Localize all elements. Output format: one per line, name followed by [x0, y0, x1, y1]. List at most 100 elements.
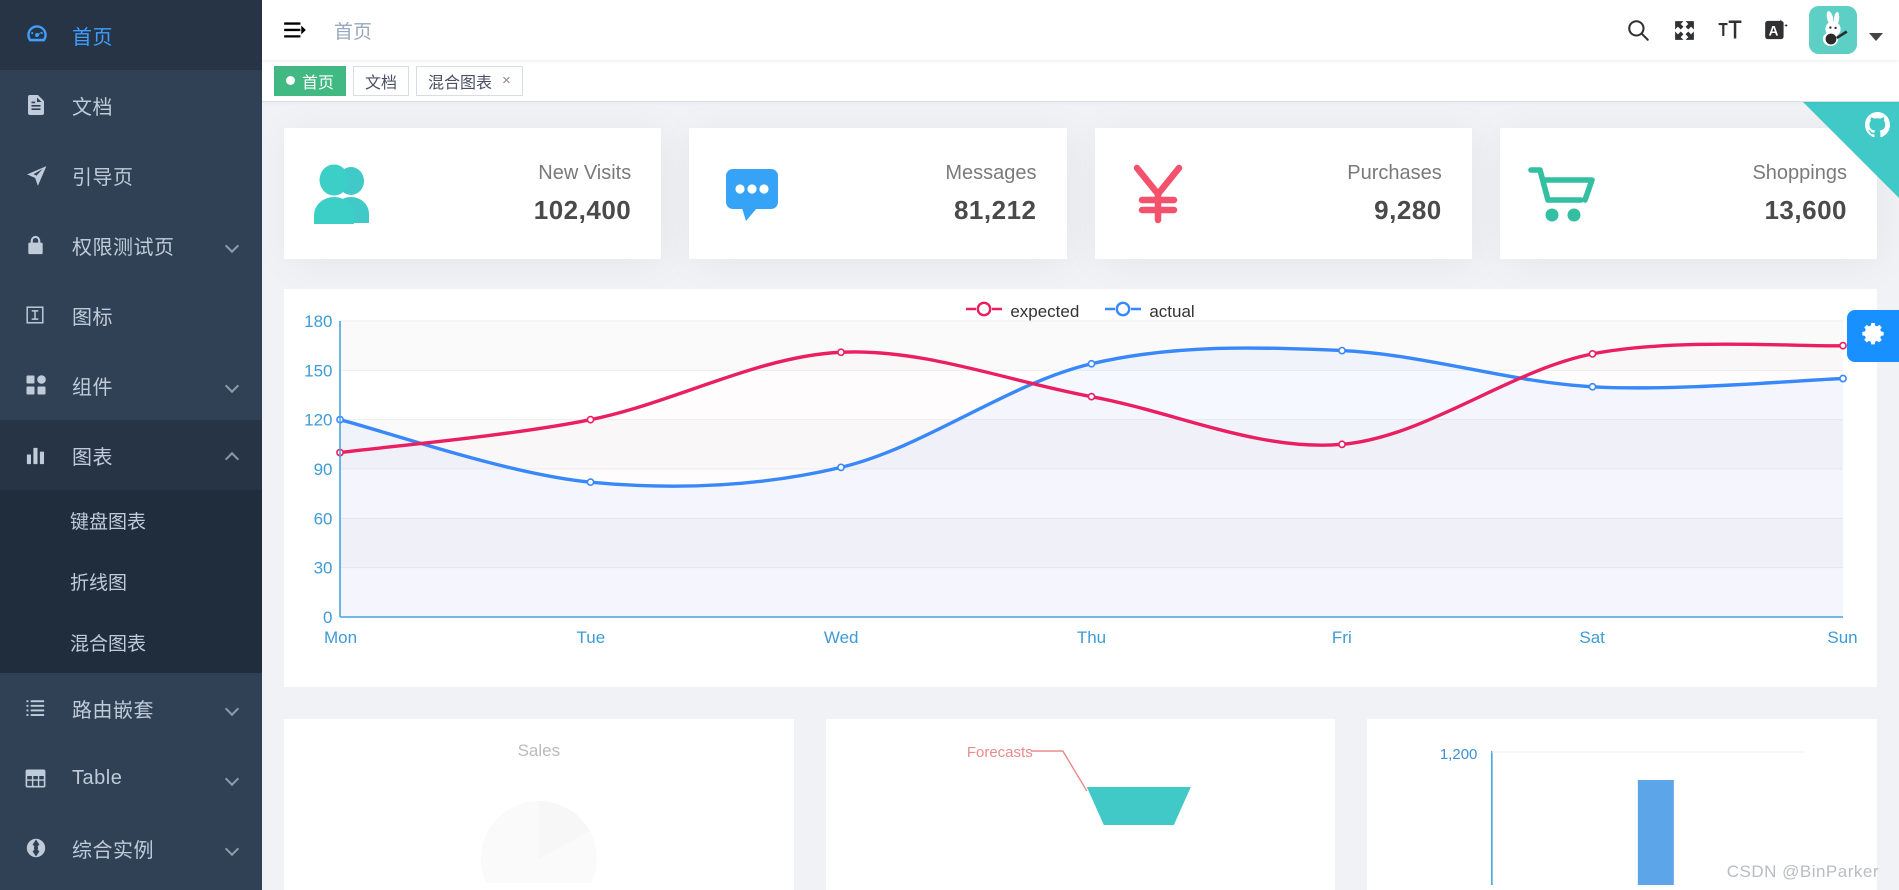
- sales-pie-card[interactable]: Sales: [284, 719, 794, 890]
- chart-icon: [24, 444, 54, 467]
- app-main: New Visits 102,400 Messages 81,212 Purch…: [262, 102, 1899, 890]
- legend-marker-actual: [1105, 301, 1142, 322]
- card-panel-text: New Visits: [538, 161, 632, 184]
- sidebar-item-examples[interactable]: 综合实例: [0, 813, 262, 883]
- sidebar-item-components[interactable]: 组件: [0, 350, 262, 420]
- sidebar-item-label: 首页: [72, 26, 113, 49]
- svg-text:Sat: Sat: [1579, 628, 1605, 647]
- card-panel-text: Shoppings: [1752, 161, 1847, 184]
- breadcrumb: 首页: [334, 21, 373, 43]
- font-size-icon[interactable]: [1707, 0, 1753, 60]
- card-panel-description: New Visits 102,400: [394, 161, 661, 226]
- card-panel-number: 81,212: [953, 194, 1037, 225]
- sidebar-item-label: 组件: [72, 376, 113, 399]
- avatar: [1809, 6, 1857, 54]
- tags-view: 首页 文档 混合图表 ×: [262, 60, 1899, 102]
- chart-legend: expected actual: [284, 301, 1877, 322]
- line-chart-labels: 0306090120150180Mon Tue Wed Thu Fri Sat Sun: [304, 312, 1858, 647]
- hamburger-icon[interactable]: [280, 15, 310, 45]
- chevron-down-icon: [226, 701, 240, 715]
- svg-text:Sun: Sun: [1827, 628, 1857, 647]
- settings-drawer-button[interactable]: [1847, 310, 1899, 362]
- table-icon: [24, 767, 54, 790]
- dashboard-icon: [24, 22, 54, 48]
- svg-text:120: 120: [304, 411, 332, 430]
- line-chart[interactable]: 0 30 60 90 120 150 180 Mon Tue Wed Thu Fri Sat Sun: [300, 305, 1861, 671]
- svg-text:30: 30: [314, 559, 333, 578]
- sales-chart-title: Sales: [517, 741, 561, 760]
- tab-dashboard[interactable]: 首页: [274, 65, 347, 96]
- fullscreen-icon[interactable]: [1661, 0, 1707, 60]
- lock-icon: [24, 234, 54, 257]
- icon-set-icon: [24, 304, 54, 326]
- sidebar-subitem-keyboard-chart[interactable]: 键盘图表: [0, 490, 262, 551]
- legend-marker-expected: [966, 301, 1003, 322]
- svg-text:Tue: Tue: [576, 628, 605, 647]
- tab-document[interactable]: 文档: [353, 65, 410, 96]
- chevron-down-icon: [226, 841, 240, 855]
- chevron-down-icon: [226, 771, 240, 785]
- main-container: 首页 A 首页 文档 混合图表 × New Visits 102,400 Mes…: [262, 0, 1899, 890]
- money-icon: [1095, 162, 1205, 226]
- sidebar-item-icons[interactable]: 图标: [0, 280, 262, 350]
- navbar: 首页 A: [262, 0, 1899, 60]
- sidebar-item-label: 引导页: [72, 166, 134, 189]
- guide-icon: [24, 163, 54, 188]
- legend-label: actual: [1149, 301, 1195, 321]
- sidebar-item-table[interactable]: Table: [0, 743, 262, 813]
- card-panel-text: Purchases: [1347, 161, 1442, 184]
- tab-label: 混合图表: [428, 74, 493, 92]
- sidebar-submenu-charts: 键盘图表 折线图 混合图表: [0, 490, 262, 673]
- sidebar-subitem-label: 键盘图表: [70, 512, 147, 533]
- search-icon[interactable]: [1615, 0, 1661, 60]
- sidebar-item-permission[interactable]: 权限测试页: [0, 210, 262, 280]
- sidebar-item-dashboard[interactable]: 首页: [0, 0, 262, 70]
- sidebar-item-nested-routes[interactable]: 路由嵌套: [0, 673, 262, 743]
- example-icon: [24, 836, 54, 860]
- svg-text:Thu: Thu: [1077, 628, 1106, 647]
- chevron-down-icon: [1869, 33, 1883, 41]
- chevron-down-icon: [226, 238, 240, 252]
- translate-icon[interactable]: A: [1753, 0, 1799, 60]
- people-icon: [284, 163, 394, 225]
- svg-text:150: 150: [304, 361, 332, 380]
- svg-text:90: 90: [314, 460, 333, 479]
- forecasts-funnel-card[interactable]: Forecasts: [825, 719, 1336, 890]
- avatar-dropdown[interactable]: [1809, 6, 1883, 54]
- sidebar-item-document[interactable]: 文档: [0, 70, 262, 140]
- legend-item-expected[interactable]: expected: [966, 301, 1079, 322]
- card-panel-description: Shoppings 13,600: [1610, 161, 1877, 226]
- tab-mixed-chart[interactable]: 混合图表 ×: [416, 65, 523, 96]
- card-panel-shoppings[interactable]: Shoppings 13,600: [1499, 128, 1877, 259]
- component-icon: [24, 373, 54, 397]
- legend-label: expected: [1010, 301, 1080, 321]
- card-panel-new-visits[interactable]: New Visits 102,400: [284, 128, 662, 259]
- message-icon: [689, 163, 799, 225]
- close-icon[interactable]: ×: [502, 73, 511, 88]
- panel-group: New Visits 102,400 Messages 81,212 Purch…: [284, 128, 1877, 259]
- card-panel-purchases[interactable]: Purchases 9,280: [1094, 128, 1472, 259]
- forecasts-label: Forecasts: [967, 744, 1033, 761]
- sidebar-subitem-line-chart[interactable]: 折线图: [0, 551, 262, 612]
- line-chart-card: expected actual 0 30 60 90 120 150 180 M…: [284, 289, 1877, 687]
- sidebar-item-label: 综合实例: [72, 839, 154, 862]
- legend-item-actual[interactable]: actual: [1105, 301, 1195, 322]
- gear-icon: [1862, 323, 1884, 345]
- svg-text:0: 0: [323, 608, 332, 627]
- document-icon: [24, 93, 54, 117]
- card-panel-messages[interactable]: Messages 81,212: [689, 128, 1067, 259]
- svg-text:Fri: Fri: [1332, 628, 1352, 647]
- sidebar-item-charts[interactable]: 图表: [0, 420, 262, 490]
- sidebar-item-guide[interactable]: 引导页: [0, 140, 262, 210]
- card-panel-number: 13,600: [1764, 194, 1847, 225]
- app-root: 首页 文档 引导页 权限测试页 图标 组件 图表 键盘图表 折线图 混合图表 路…: [0, 0, 1899, 890]
- card-panel-number: 102,400: [533, 194, 632, 225]
- active-dot-icon: [286, 76, 295, 85]
- tab-label: 文档: [365, 74, 398, 92]
- chevron-up-icon: [226, 448, 240, 462]
- sidebar-item-label: 路由嵌套: [72, 699, 154, 722]
- shopping-icon: [1500, 163, 1610, 225]
- sidebar-subitem-mixed-chart[interactable]: 混合图表: [0, 612, 262, 673]
- watermark: CSDN @BinParker: [1726, 862, 1879, 881]
- tab-label: 首页: [302, 74, 335, 92]
